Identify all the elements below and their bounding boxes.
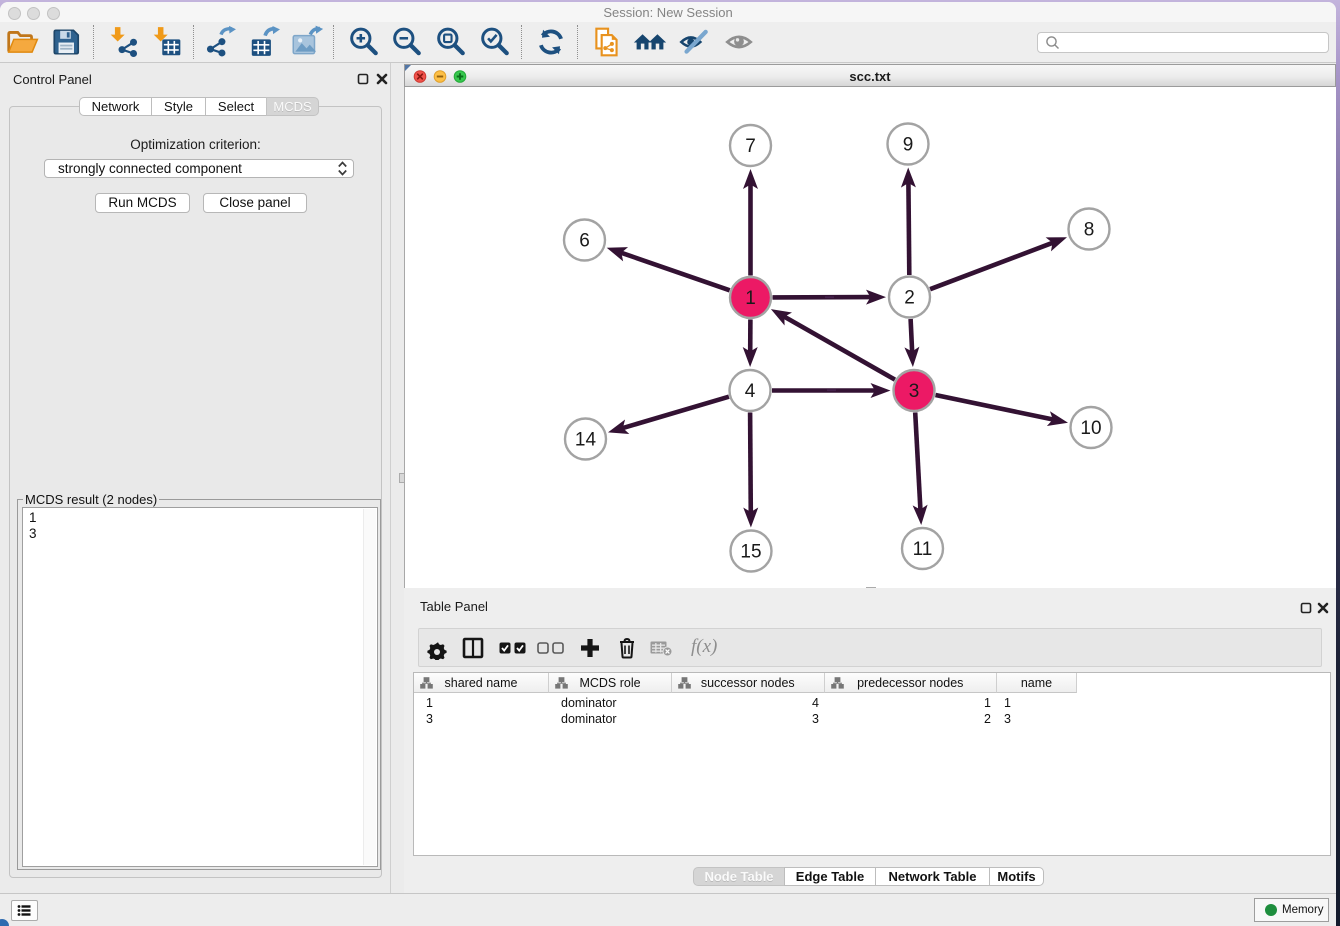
svg-text:4: 4 — [745, 381, 756, 402]
svg-text:8: 8 — [1084, 220, 1095, 241]
svg-text:6: 6 — [579, 231, 590, 252]
svg-text:11: 11 — [913, 539, 933, 560]
svg-text:9: 9 — [903, 135, 914, 156]
svg-text:1: 1 — [745, 288, 756, 309]
svg-text:3: 3 — [909, 381, 920, 402]
svg-text:14: 14 — [575, 430, 597, 451]
svg-text:7: 7 — [745, 136, 756, 157]
svg-text:10: 10 — [1080, 418, 1101, 439]
svg-text:2: 2 — [904, 288, 915, 309]
svg-text:15: 15 — [740, 542, 761, 563]
